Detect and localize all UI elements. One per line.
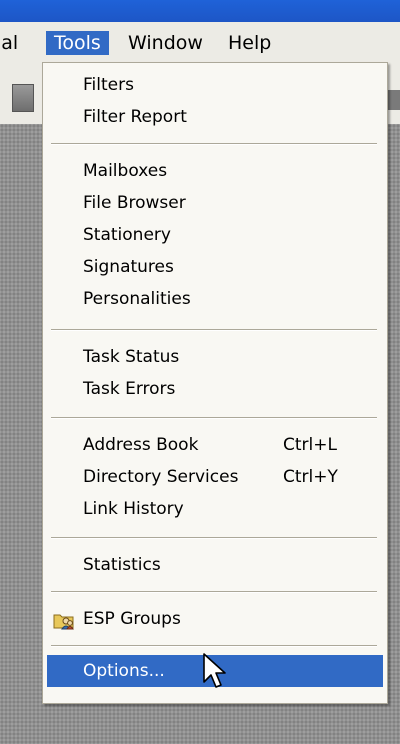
- menu-option-label: File Browser: [83, 193, 186, 213]
- menu-option-task-status[interactable]: Task Status: [47, 341, 383, 373]
- menu-option-personalities[interactable]: Personalities: [47, 283, 383, 315]
- menu-option-label: Address Book: [83, 435, 199, 455]
- menu-option-link-history[interactable]: Link History: [47, 493, 383, 525]
- menu-separator: [51, 417, 377, 419]
- menu-option-label: Task Errors: [83, 379, 176, 399]
- menu-option-shortcut: Ctrl+Y: [283, 467, 338, 487]
- menu-option-label: ESP Groups: [83, 609, 181, 629]
- folder-people-icon: [53, 609, 75, 630]
- menu-option-signatures[interactable]: Signatures: [47, 251, 383, 283]
- menu-option-label: Filters: [83, 75, 134, 95]
- menu-option-directory-services[interactable]: Directory Services Ctrl+Y: [47, 461, 383, 493]
- menu-option-stationery[interactable]: Stationery: [47, 219, 383, 251]
- menu-option-filter-report[interactable]: Filter Report: [47, 101, 383, 133]
- menu-option-task-errors[interactable]: Task Errors: [47, 373, 383, 405]
- menu-option-label: Link History: [83, 499, 184, 519]
- menu-option-label: Signatures: [83, 257, 174, 277]
- menu-option-filters[interactable]: Filters: [47, 69, 383, 101]
- menu-option-label: Statistics: [83, 555, 161, 575]
- tools-dropdown-menu: Filters Filter Report Mailboxes File Bro…: [42, 62, 388, 704]
- menu-option-label: Directory Services: [83, 467, 239, 487]
- menu-option-statistics[interactable]: Statistics: [47, 549, 383, 581]
- menu-option-shortcut: Ctrl+L: [283, 435, 337, 455]
- menu-option-label: Stationery: [83, 225, 171, 245]
- menu-option-label: Task Status: [83, 347, 180, 367]
- menu-item-special-partial[interactable]: ial: [0, 31, 18, 55]
- menu-option-label: Personalities: [83, 289, 191, 309]
- menu-separator: [51, 143, 377, 145]
- menu-option-esp-groups[interactable]: ESP Groups: [47, 603, 383, 635]
- menu-option-address-book[interactable]: Address Book Ctrl+L: [47, 429, 383, 461]
- menu-option-file-browser[interactable]: File Browser: [47, 187, 383, 219]
- menu-separator: [51, 591, 377, 593]
- menu-separator: [51, 329, 377, 331]
- mouse-pointer-icon: [202, 652, 228, 692]
- menu-option-label: Filter Report: [83, 107, 187, 127]
- menu-option-label: Mailboxes: [83, 161, 168, 181]
- menu-item-tools[interactable]: Tools: [46, 31, 109, 55]
- toolbar-button-icon[interactable]: [12, 84, 34, 112]
- menu-bar: ial Tools Window Help: [0, 22, 400, 63]
- menu-item-window[interactable]: Window: [128, 31, 203, 55]
- menu-separator: [51, 537, 377, 539]
- menu-item-help[interactable]: Help: [228, 31, 271, 55]
- menu-option-mailboxes[interactable]: Mailboxes: [47, 155, 383, 187]
- window-title-bar: [0, 0, 400, 22]
- menu-option-label: Options...: [83, 661, 165, 681]
- menu-separator: [51, 645, 377, 647]
